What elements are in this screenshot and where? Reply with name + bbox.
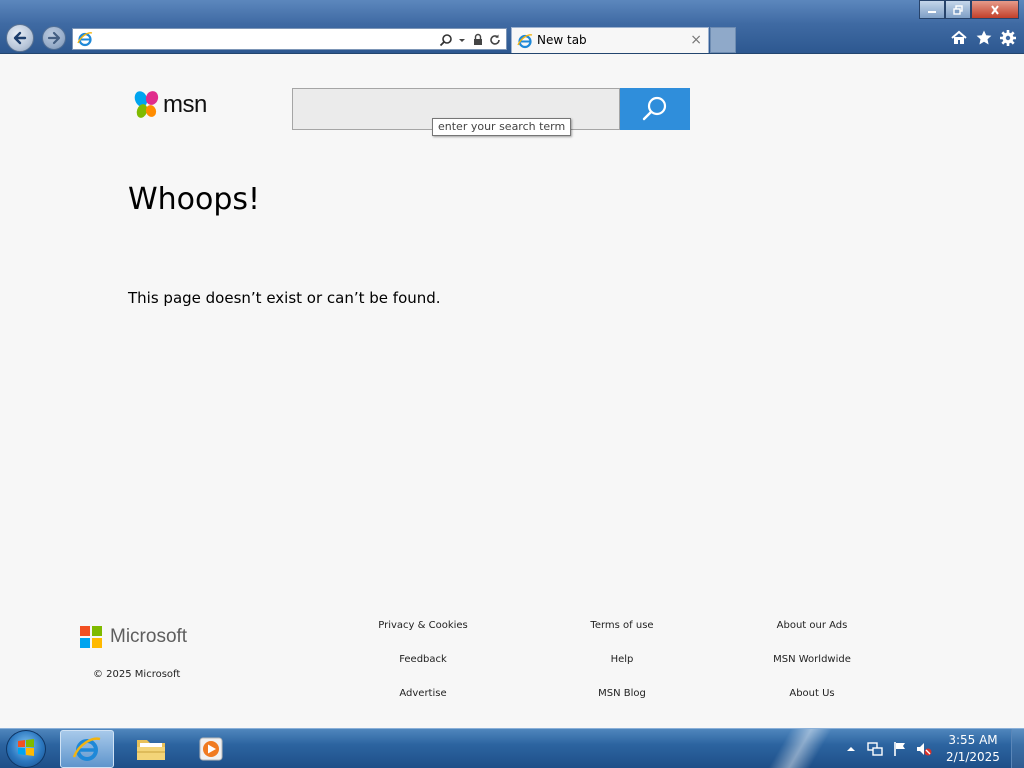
- refresh-icon[interactable]: [488, 32, 502, 46]
- copyright-text: © 2025 Microsoft: [93, 669, 181, 680]
- search-icon: [642, 96, 667, 121]
- media-player-icon: [199, 737, 223, 761]
- show-desktop-button[interactable]: [1011, 729, 1024, 768]
- taskbar-internet-explorer[interactable]: [60, 730, 114, 768]
- footer-link-about-us[interactable]: About Us: [732, 688, 892, 699]
- tab-label: New tab: [537, 33, 587, 47]
- minimize-icon: [928, 10, 936, 13]
- ie-favicon-icon: [77, 31, 93, 51]
- microsoft-logo-text: Microsoft: [110, 626, 188, 647]
- forward-arrow-icon: [47, 31, 61, 45]
- footer-link-terms[interactable]: Terms of use: [542, 620, 702, 631]
- microsoft-logo[interactable]: Microsoft: [80, 626, 187, 648]
- start-button[interactable]: [6, 730, 46, 768]
- settings-gear-icon[interactable]: [999, 29, 1017, 47]
- footer-link-help[interactable]: Help: [542, 654, 702, 665]
- msn-butterfly-icon: [134, 91, 159, 118]
- taskbar-media-player[interactable]: [184, 730, 238, 768]
- footer-link-about-ads[interactable]: About our Ads: [732, 620, 892, 631]
- clock-time: 3:55 AM: [948, 733, 998, 747]
- window-controls: [919, 0, 1019, 19]
- ie-favicon-icon: [517, 33, 533, 53]
- address-input[interactable]: [97, 30, 427, 48]
- back-arrow-icon: [13, 31, 27, 45]
- search-button[interactable]: [620, 88, 690, 130]
- lock-icon[interactable]: [472, 32, 486, 46]
- page-content: msn enter your search term Whoops! This …: [0, 55, 1024, 728]
- forward-button[interactable]: [42, 26, 66, 50]
- restore-button[interactable]: [945, 0, 971, 19]
- action-center-flag-icon[interactable]: [892, 741, 908, 757]
- close-icon: [991, 4, 999, 15]
- error-message: This page doesn’t exist or can’t be foun…: [128, 289, 441, 307]
- new-tab-button[interactable]: [710, 27, 736, 53]
- clock-date: 2/1/2025: [946, 750, 1000, 764]
- page-title: Whoops!: [128, 182, 261, 217]
- minimize-button[interactable]: [919, 0, 945, 19]
- taskbar-windows-explorer[interactable]: [124, 730, 178, 768]
- volume-muted-icon[interactable]: [916, 741, 932, 757]
- system-clock[interactable]: 3:55 AM 2/1/2025: [940, 732, 1006, 766]
- browser-chrome: New tab ×: [0, 0, 1024, 54]
- footer-link-advertise[interactable]: Advertise: [343, 688, 503, 699]
- taskbar: 3:55 AM 2/1/2025: [0, 728, 1024, 768]
- favorites-star-icon[interactable]: [975, 29, 993, 47]
- show-hidden-icons-icon[interactable]: [846, 741, 862, 757]
- footer-link-worldwide[interactable]: MSN Worldwide: [732, 654, 892, 665]
- microsoft-logo-icon: [80, 626, 102, 648]
- footer-link-feedback[interactable]: Feedback: [343, 654, 503, 665]
- close-window-button[interactable]: [971, 0, 1019, 19]
- footer-link-privacy[interactable]: Privacy & Cookies: [343, 620, 503, 631]
- network-icon[interactable]: [867, 741, 883, 757]
- restore-icon: [953, 4, 963, 15]
- internet-explorer-icon: [72, 737, 101, 761]
- msn-logo[interactable]: msn: [133, 90, 207, 120]
- dropdown-arrow-icon[interactable]: [457, 32, 471, 46]
- address-bar[interactable]: [72, 28, 507, 50]
- browser-tab[interactable]: New tab ×: [511, 27, 709, 53]
- home-icon[interactable]: [950, 29, 968, 47]
- windows-logo-icon: [18, 739, 34, 756]
- folder-icon: [137, 740, 165, 760]
- search-tooltip: enter your search term: [432, 118, 572, 136]
- search-icon[interactable]: [439, 32, 453, 47]
- msn-logo-text: msn: [163, 91, 207, 118]
- back-button[interactable]: [6, 24, 34, 52]
- close-tab-icon[interactable]: ×: [690, 32, 702, 48]
- footer-link-msn-blog[interactable]: MSN Blog: [542, 688, 702, 699]
